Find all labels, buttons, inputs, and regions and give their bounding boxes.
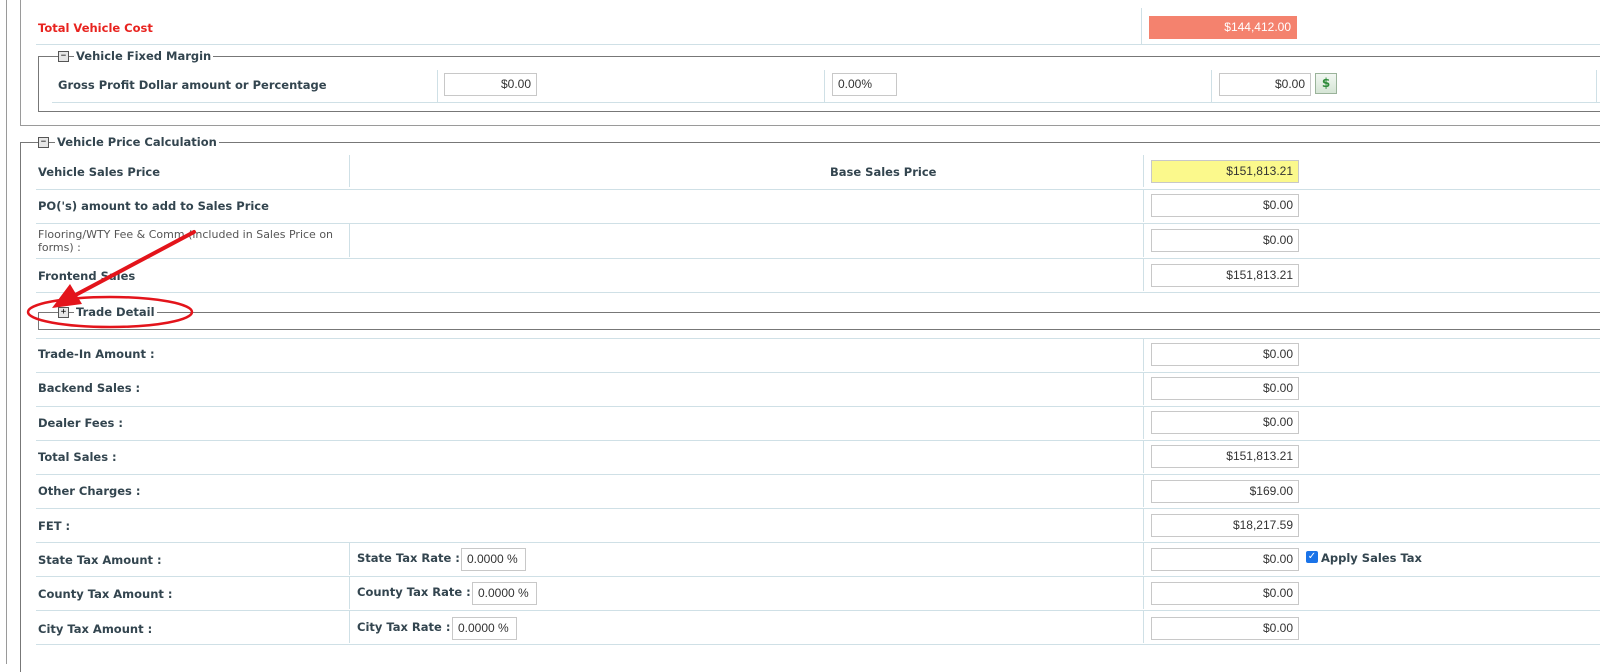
- annotation-ellipse: [26, 295, 194, 329]
- annotation-arrow: [66, 230, 196, 301]
- annotation-overlay: [26, 230, 196, 329]
